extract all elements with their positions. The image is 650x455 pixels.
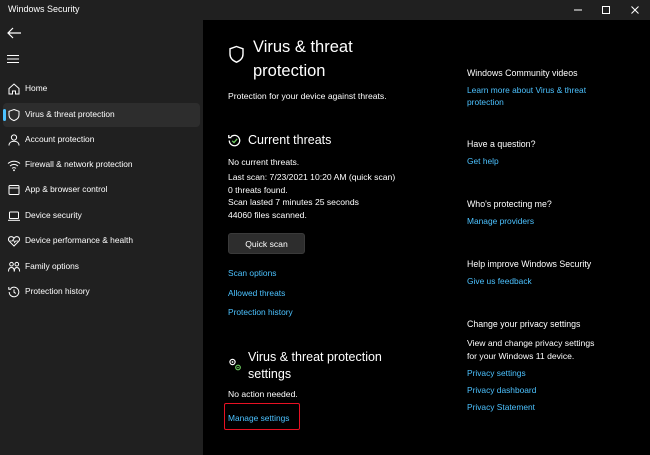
family-icon: [8, 261, 21, 272]
window-title: Windows Security: [8, 4, 80, 14]
sidebar-item-label: Protection history: [25, 286, 90, 296]
threats-found-text: 0 threats found.: [228, 185, 288, 195]
protection-history-link[interactable]: Protection history: [228, 307, 293, 317]
manage-providers-link[interactable]: Manage providers: [467, 216, 534, 226]
sidebar-item-device-security[interactable]: Device security: [3, 204, 200, 228]
app-window-icon: [8, 185, 20, 195]
sidebar-item-app-browser-control[interactable]: App & browser control: [3, 178, 200, 202]
quick-scan-button[interactable]: Quick scan: [228, 233, 305, 254]
sidebar-item-virus-threat-protection[interactable]: Virus & threat protection: [3, 103, 200, 127]
sidebar-item-label: Family options: [25, 261, 79, 271]
last-scan-text: Last scan: 7/23/2021 10:20 AM (quick sca…: [228, 172, 396, 182]
scan-history-icon: [228, 134, 241, 147]
minimize-icon: [574, 9, 582, 11]
scan-duration-text: Scan lasted 7 minutes 25 seconds: [228, 197, 359, 207]
settings-heading-line1: Virus & threat protection: [248, 350, 382, 364]
sidebar-item-label: Device performance & health: [25, 235, 133, 245]
main-content: Virus & threat protection Protection for…: [203, 20, 650, 455]
home-icon: [8, 83, 20, 95]
files-scanned-text: 44060 files scanned.: [228, 210, 307, 220]
privacy-dashboard-link[interactable]: Privacy dashboard: [467, 385, 536, 395]
privacy-statement-link[interactable]: Privacy Statement: [467, 402, 535, 412]
sidebar-item-label: Account protection: [25, 134, 95, 144]
scan-options-link[interactable]: Scan options: [228, 268, 276, 278]
page-subtitle: Protection for your device against threa…: [228, 91, 387, 101]
history-icon: [8, 286, 20, 298]
maximize-icon: [602, 6, 610, 14]
learn-more-link[interactable]: Learn more about Virus & threat: [467, 85, 586, 95]
threat-status: No current threats.: [228, 157, 300, 167]
sidebar-item-account-protection[interactable]: Account protection: [3, 128, 200, 152]
privacy-text-line2: for your Windows 11 device.: [467, 351, 575, 361]
sidebar-item-protection-history[interactable]: Protection history: [3, 280, 200, 304]
learn-more-link-cont[interactable]: protection: [467, 97, 504, 107]
hamburger-menu-icon[interactable]: [7, 54, 19, 64]
get-help-link[interactable]: Get help: [467, 156, 499, 166]
community-videos-heading: Windows Community videos: [467, 68, 578, 78]
sidebar: Home Virus & threat protection Account p…: [0, 20, 203, 455]
sidebar-item-label: Virus & threat protection: [25, 109, 115, 119]
improve-heading: Help improve Windows Security: [467, 259, 592, 269]
sidebar-item-label: App & browser control: [25, 184, 108, 194]
settings-status: No action needed.: [228, 389, 298, 399]
settings-heading-line2: settings: [248, 367, 292, 381]
settings-gears-icon: [229, 358, 241, 371]
shield-icon: [8, 108, 20, 122]
question-heading: Have a question?: [467, 139, 536, 149]
back-arrow-icon[interactable]: [6, 26, 22, 40]
laptop-icon: [8, 211, 20, 221]
current-threats-heading: Current threats: [248, 133, 332, 147]
shield-icon: [229, 45, 244, 63]
sidebar-item-label: Device security: [25, 210, 82, 220]
title-bar: Windows Security: [0, 0, 650, 20]
maximize-button[interactable]: [591, 0, 621, 20]
person-icon: [8, 134, 20, 146]
page-title-line2: protection: [253, 62, 326, 80]
wifi-icon: [7, 160, 21, 172]
close-button[interactable]: [620, 0, 650, 20]
sidebar-item-firewall[interactable]: Firewall & network protection: [3, 153, 200, 177]
allowed-threats-link[interactable]: Allowed threats: [228, 288, 285, 298]
sidebar-item-label: Firewall & network protection: [25, 159, 133, 169]
privacy-heading: Change your privacy settings: [467, 319, 581, 329]
sidebar-item-label: Home: [25, 83, 48, 93]
protecting-heading: Who's protecting me?: [467, 199, 552, 209]
active-indicator: [3, 109, 6, 121]
privacy-text-line1: View and change privacy settings: [467, 338, 595, 348]
manage-settings-link[interactable]: Manage settings: [228, 413, 289, 423]
close-icon: [631, 6, 639, 14]
sidebar-item-home[interactable]: Home: [3, 77, 200, 101]
minimize-button[interactable]: [563, 0, 593, 20]
give-feedback-link[interactable]: Give us feedback: [467, 276, 532, 286]
page-title-line1: Virus & threat: [253, 38, 353, 56]
sidebar-item-device-performance[interactable]: Device performance & health: [3, 229, 200, 253]
privacy-settings-link[interactable]: Privacy settings: [467, 368, 526, 378]
heart-icon: [7, 236, 21, 247]
sidebar-item-family-options[interactable]: Family options: [3, 255, 200, 279]
